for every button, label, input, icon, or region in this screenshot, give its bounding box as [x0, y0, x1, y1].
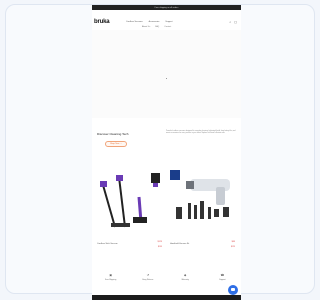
cart-icon[interactable]: ▢	[234, 20, 237, 24]
feature-strip: ▣ Free Shipping ↺ Easy Returns ◆ Warrant…	[92, 273, 241, 295]
nav-item[interactable]: Support	[165, 21, 172, 23]
feature-item: ◆ Warranty	[170, 273, 200, 295]
product-old-price: $129	[231, 246, 235, 248]
feature-label: Support	[219, 279, 226, 281]
promo-title: Discover Cleaning Tech	[97, 132, 129, 136]
return-icon: ↺	[146, 273, 150, 277]
nav-item[interactable]: Contact	[164, 26, 171, 28]
feature-item: ↺ Easy Returns	[133, 273, 163, 295]
hero-banner	[92, 30, 241, 118]
announcement-text: Free shipping on all orders	[154, 6, 179, 9]
feature-label: Warranty	[181, 279, 189, 281]
nav-item[interactable]: FAQ	[155, 26, 159, 28]
secondary-nav: About Us FAQ Contact	[142, 26, 171, 28]
product-name[interactable]: Handheld Vacuum Kit	[170, 243, 189, 245]
website-preview: Free shipping on all orders bruka Cordle…	[92, 5, 241, 300]
site-header: bruka Cordless Vacuums Accessories Suppo…	[92, 10, 241, 30]
product-old-price: $199	[158, 246, 162, 248]
site-logo[interactable]: bruka	[94, 19, 110, 25]
product-name[interactable]: Cordless Stick Vacuum	[97, 243, 118, 245]
shield-icon: ◆	[183, 273, 187, 277]
product-grid: Cordless Stick Vacuum $129 $199 Handheld…	[92, 167, 241, 252]
header-icons: ⌕ ▢	[229, 20, 237, 24]
shop-now-button[interactable]: Shop Now →	[105, 141, 127, 147]
nav-item[interactable]: Cordless Vacuums	[126, 21, 143, 23]
nav-item[interactable]: Accessories	[149, 21, 160, 23]
product-image	[95, 167, 165, 237]
product-price: $89	[231, 241, 235, 243]
nav-item[interactable]: About Us	[142, 26, 150, 28]
feature-item: ▣ Free Shipping	[96, 273, 126, 295]
chat-widget-button[interactable]	[228, 285, 238, 295]
search-icon[interactable]: ⌕	[229, 20, 231, 24]
feature-label: Free Shipping	[105, 279, 117, 281]
product-card[interactable]: Handheld Vacuum Kit $89 $129	[168, 167, 238, 252]
feature-label: Easy Returns	[142, 279, 154, 281]
support-icon: ☎	[220, 273, 225, 277]
footer-bar	[92, 295, 241, 300]
loading-indicator	[166, 78, 167, 79]
product-card[interactable]: Cordless Stick Vacuum $129 $199	[95, 167, 165, 252]
primary-nav: Cordless Vacuums Accessories Support	[126, 21, 172, 23]
truck-icon: ▣	[109, 273, 113, 277]
promo-description: Powerful cordless vacuums designed for e…	[166, 131, 236, 135]
product-price: $129	[157, 241, 162, 243]
promo-section: Discover Cleaning Tech Shop Now → Powerf…	[92, 122, 241, 162]
product-image	[168, 167, 238, 237]
